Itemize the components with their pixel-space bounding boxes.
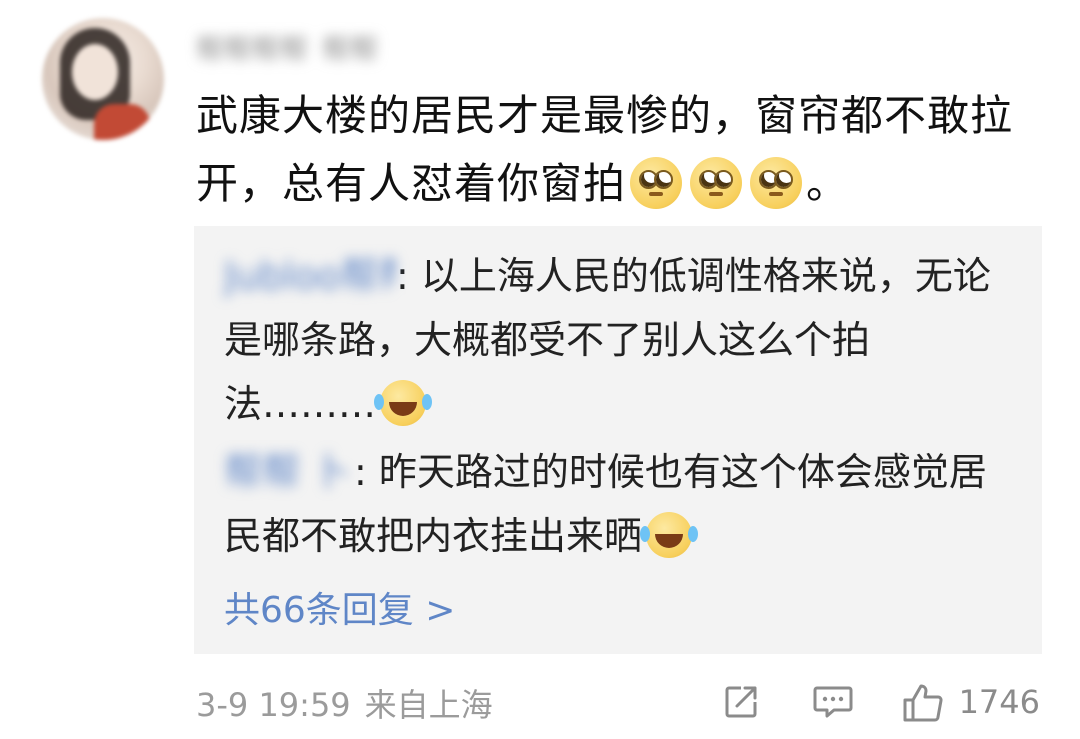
comment-author[interactable]: 帮帮帮帮_帮帮: [196, 28, 451, 62]
comment-footer: 3-9 19:59 来自上海 1746: [196, 676, 1046, 728]
comment-icon: [813, 686, 853, 718]
share-button[interactable]: [717, 678, 765, 726]
like-button[interactable]: 1746: [901, 678, 1040, 726]
comment-date: 3-9 19:59: [196, 686, 351, 724]
more-replies-link[interactable]: 共66条回复 >: [224, 586, 455, 636]
replies-panel: Jubloo帮帮: 以上海人民的低调性格来说，无论是哪条路，大概都受不了别人这么…: [194, 226, 1042, 654]
comment-actions: 1746: [673, 676, 1040, 728]
avatar[interactable]: [42, 18, 164, 140]
eye-roll-emoji-icon: [750, 156, 803, 209]
eye-roll-emoji-icon: [630, 156, 683, 209]
reply-author[interactable]: Jubloo帮帮: [224, 244, 396, 308]
comment-meta: 3-9 19:59 来自上海: [196, 680, 493, 726]
thumbs-up-icon: [903, 684, 943, 722]
comment-end: 。: [806, 159, 850, 208]
reply-item[interactable]: 帮帮 卜: 昨天路过的时候也有这个体会感觉居民都不敢把内衣挂出来晒: [224, 440, 1014, 568]
share-icon: [725, 686, 757, 718]
comment-button[interactable]: [809, 678, 857, 726]
reply-author[interactable]: 帮帮 卜: [224, 440, 354, 504]
crying-laughing-emoji-icon: [374, 379, 427, 426]
eye-roll-emoji-icon: [690, 156, 743, 209]
reply-item[interactable]: Jubloo帮帮: 以上海人民的低调性格来说，无论是哪条路，大概都受不了别人这么…: [224, 244, 1014, 436]
comment-text: 武康大楼的居民才是最惨的，窗帘都不敢拉开，总有人怼着你窗拍。: [196, 82, 1046, 218]
comment-body: 武康大楼的居民才是最惨的，窗帘都不敢拉开，总有人怼着你窗拍: [196, 91, 1014, 208]
comment-source: 来自上海: [364, 686, 493, 724]
crying-laughing-emoji-icon: [640, 511, 693, 558]
like-count: 1746: [958, 683, 1040, 721]
